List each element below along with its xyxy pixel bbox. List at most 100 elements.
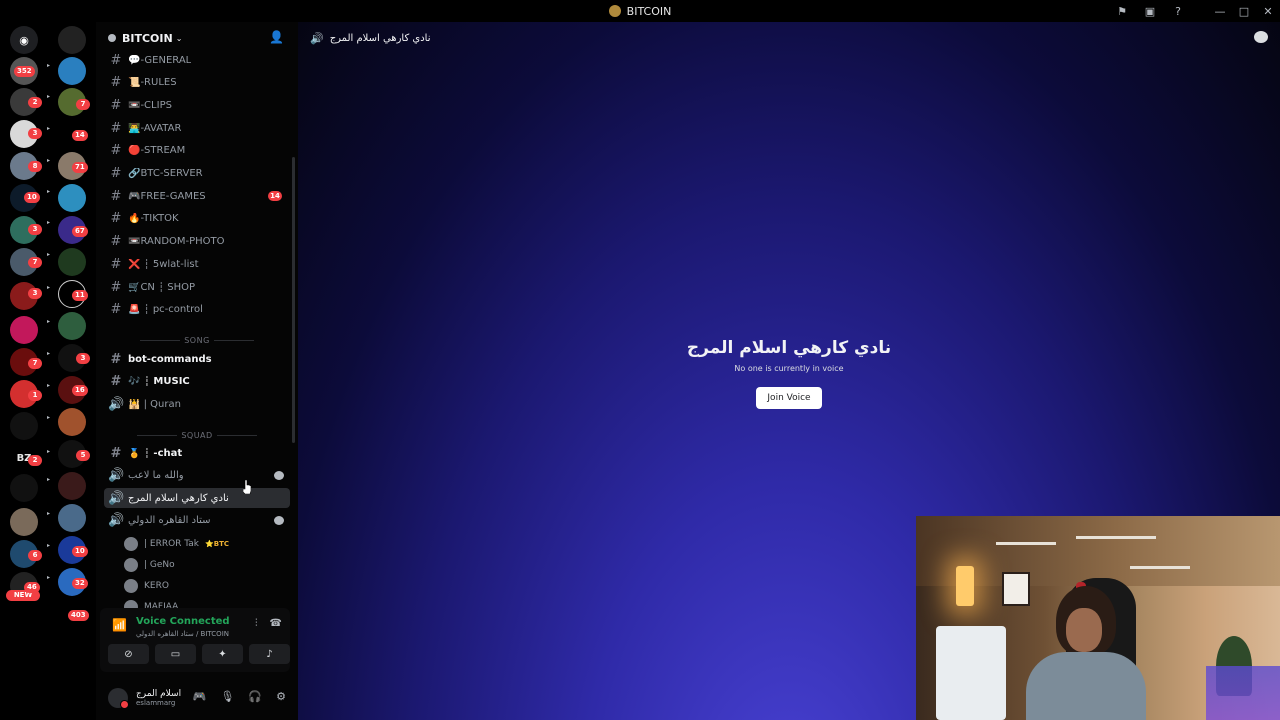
channel-item[interactable]: # 🛒CN ┆ SHOP (104, 277, 290, 297)
folder-arrow-icon[interactable]: ▸ (47, 382, 50, 389)
screen-share-button[interactable]: ▭ (155, 644, 196, 664)
channel-item[interactable]: 🔊 🕌 | Quran (104, 394, 290, 414)
hash-icon: # (110, 279, 122, 295)
unread-badge: 10 (72, 546, 88, 557)
folder-arrow-icon[interactable]: ▸ (47, 476, 50, 483)
category-label: SQUAD (181, 430, 213, 440)
channel-category[interactable]: SQUAD (104, 428, 290, 442)
close-button[interactable]: ✕ (1256, 0, 1280, 22)
help-icon[interactable]: ? (1164, 0, 1192, 22)
server-icon[interactable] (58, 184, 86, 212)
avatar (124, 579, 138, 593)
channel-item[interactable]: # 🎮FREE-GAMES 14 (104, 186, 290, 206)
empty-voice-state: نادي كارهي اسلام المرج No one is current… (298, 338, 1280, 409)
channel-item[interactable]: # 🔴-STREAM (104, 141, 290, 161)
folder-arrow-icon[interactable]: ▸ (47, 62, 50, 69)
channel-label: 🔗BTC-SERVER (128, 168, 203, 179)
server-icon[interactable] (10, 474, 38, 502)
channel-label: والله ما لاعب (128, 470, 184, 481)
server-icon[interactable] (58, 472, 86, 500)
folder-arrow-icon[interactable]: ▸ (47, 188, 50, 195)
noise-suppression-icon[interactable]: ⫶ (255, 618, 258, 629)
guild-icon (108, 34, 116, 42)
folder-arrow-icon[interactable]: ▸ (47, 318, 50, 325)
channel-item[interactable]: 🔊 والله ما لاعب (104, 466, 290, 486)
unread-badge: 3 (28, 288, 42, 299)
channel-item[interactable]: # bot-commands (104, 349, 290, 369)
add-user-icon[interactable]: 👤 (269, 30, 284, 44)
hash-icon: # (110, 120, 122, 136)
server-icon[interactable] (58, 57, 86, 85)
channel-label: 🎶 ┆ MUSIC (128, 376, 190, 387)
hash-icon: # (110, 52, 122, 68)
channel-item[interactable]: # 📼RANDOM-PHOTO (104, 232, 290, 252)
controller-icon[interactable]: 🎮 (193, 690, 207, 703)
activities-button[interactable]: ✦ (202, 644, 243, 664)
server-icon[interactable] (58, 408, 86, 436)
folder-arrow-icon[interactable]: ▸ (47, 414, 50, 421)
channel-category[interactable]: SONG (104, 333, 290, 347)
avatar[interactable] (108, 688, 129, 709)
chat-bubble-icon[interactable] (274, 515, 284, 525)
channel-item[interactable]: 🔊 نادي كارهي اسلام المرج (104, 488, 290, 508)
folder-arrow-icon[interactable]: ▸ (47, 251, 50, 258)
folder-arrow-icon[interactable]: ▸ (47, 510, 50, 517)
channel-item[interactable]: # 🚨 ┆ pc-control (104, 300, 290, 320)
minimize-button[interactable]: — (1208, 0, 1232, 22)
channel-item[interactable]: # 🏅 ┆ -chat (104, 443, 290, 463)
folder-arrow-icon[interactable]: ▸ (47, 542, 50, 549)
chat-bubble-icon[interactable] (274, 470, 284, 480)
folder-arrow-icon[interactable]: ▸ (47, 219, 50, 226)
hash-icon: # (110, 188, 122, 204)
hash-icon: # (110, 75, 122, 91)
disconnect-icon[interactable]: ☎ (270, 618, 282, 629)
channel-item[interactable]: # 💬-GENERAL (104, 50, 290, 70)
channel-item[interactable]: # ❌ ┆ 5wlat-list (104, 254, 290, 274)
folder-arrow-icon[interactable]: ▸ (47, 574, 50, 581)
folder-arrow-icon[interactable]: ▸ (47, 125, 50, 132)
chat-icon[interactable] (1254, 31, 1268, 43)
channel-header: 🔊 نادي كارهي اسلام المرج (298, 22, 1280, 54)
maximize-button[interactable]: □ (1232, 0, 1256, 22)
folder-arrow-icon[interactable]: ▸ (47, 448, 50, 455)
server-icon[interactable] (58, 248, 86, 276)
voice-member[interactable]: | ERROR Tak ⭐BTC (124, 534, 229, 554)
folder-arrow-icon[interactable]: ▸ (47, 93, 50, 100)
folder-arrow-icon[interactable]: ▸ (47, 350, 50, 357)
channel-item[interactable]: # 📼-CLIPS (104, 95, 290, 115)
channel-label: bot-commands (128, 353, 212, 365)
server-icon[interactable] (10, 412, 38, 440)
join-voice-button[interactable]: Join Voice (756, 387, 822, 409)
camera-button[interactable]: ⊘ (108, 644, 149, 664)
monitor (936, 626, 1006, 720)
channel-item[interactable]: # 👨‍💻-AVATAR (104, 118, 290, 138)
channel-item[interactable]: 🔊 ستاد القاهره الدولي (104, 511, 290, 531)
webcam-overlay (916, 516, 1280, 720)
server-icon[interactable] (58, 504, 86, 532)
server-icon[interactable] (10, 316, 38, 344)
server-icon[interactable] (58, 26, 86, 54)
headphones-icon[interactable]: 🎧 (248, 690, 262, 703)
channel-item[interactable]: # 🔗BTC-SERVER (104, 164, 290, 184)
server-icon[interactable] (58, 312, 86, 340)
hash-icon: # (110, 234, 122, 250)
channel-item[interactable]: # 🔥-TIKTOK (104, 209, 290, 229)
inbox-icon[interactable]: ▣ (1136, 0, 1164, 22)
channel-item[interactable]: # 🎶 ┆ MUSIC (104, 372, 290, 392)
folder-arrow-icon[interactable]: ▸ (47, 284, 50, 291)
soundboard-button[interactable]: ♪ (249, 644, 290, 664)
gear-icon[interactable]: ⚙ (276, 690, 286, 703)
sidebar-scrollbar[interactable] (292, 157, 295, 443)
home-button[interactable]: ◉ (10, 26, 38, 54)
voice-location[interactable]: ستاد القاهره الدولي / BITCOIN (136, 630, 229, 638)
microphone-icon[interactable]: 🎙 (220, 690, 234, 703)
channel-item[interactable]: # 📜-RULES (104, 73, 290, 93)
voice-member[interactable]: | GeNo (124, 555, 175, 575)
speaker-icon: 🔊 (310, 31, 324, 45)
folder-arrow-icon[interactable]: ▸ (47, 157, 50, 164)
flag-icon[interactable]: ⚑ (1108, 0, 1136, 22)
voice-member[interactable]: KERO (124, 576, 169, 596)
server-icon[interactable] (10, 508, 38, 536)
signal-icon[interactable]: 📶 (112, 618, 127, 632)
mouse-cursor-icon (243, 480, 251, 494)
